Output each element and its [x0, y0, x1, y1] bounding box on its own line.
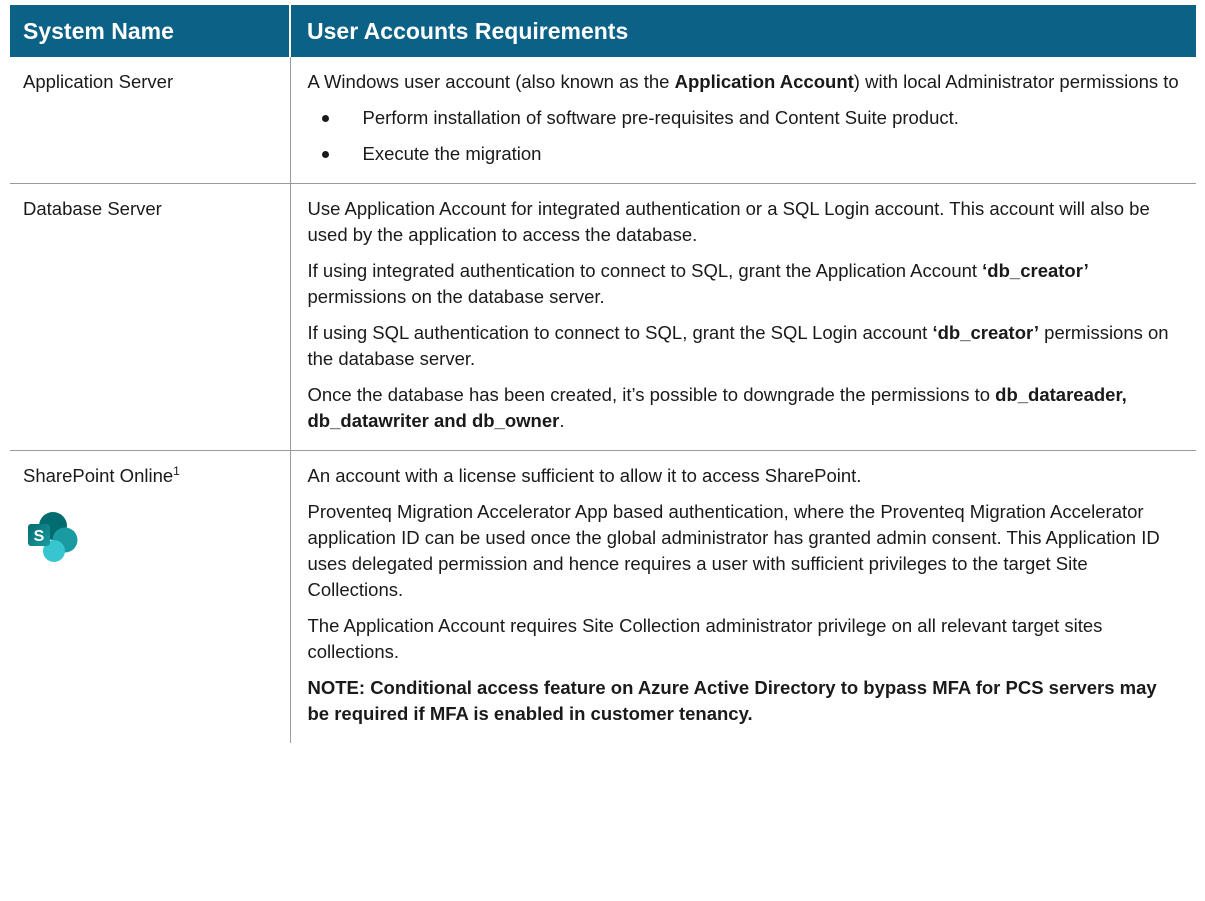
text-run: If using SQL authentication to connect t…	[307, 322, 933, 343]
text-run: ) with local Administrator permissions t…	[853, 71, 1179, 92]
system-name-text: SharePoint Online	[23, 465, 174, 486]
table-row-application-server: Application Server A Windows user accoun…	[10, 57, 1196, 184]
system-name-cell: Application Server	[10, 57, 290, 184]
bold-term: ‘db_creator’	[932, 322, 1040, 343]
sharepoint-logo-letter: S	[34, 528, 45, 545]
text-run: .	[559, 410, 565, 431]
table-row-sharepoint-online: SharePoint Online1 S An account with a l…	[10, 450, 1196, 744]
table-header-row: System Name User Accounts Requirements	[10, 5, 1196, 57]
requirement-paragraph: The Application Account requires Site Co…	[307, 615, 1103, 662]
footnote-marker: 1	[173, 463, 180, 478]
text-run: permissions on the database server.	[307, 286, 605, 307]
requirement-paragraph: If using SQL authentication to connect t…	[308, 320, 1183, 372]
text-run: Once the database has been created, it’s…	[307, 384, 996, 405]
system-name-cell: Database Server	[10, 183, 290, 451]
text-run: If using integrated authentication to co…	[307, 260, 983, 281]
requirements-cell: An account with a license sufficient to …	[289, 450, 1196, 743]
bullet-item: Perform installation of software pre-req…	[308, 105, 1183, 131]
note-paragraph: NOTE: Conditional access feature on Azur…	[307, 677, 1157, 724]
system-name-text: Database Server	[23, 198, 162, 219]
requirement-paragraph: An account with a license sufficient to …	[307, 465, 862, 486]
bullet-icon	[321, 115, 329, 122]
header-system-name: System Name	[10, 5, 290, 57]
table-row-database-server: Database Server Use Application Account …	[10, 183, 1196, 451]
requirements-cell: Use Application Account for integrated a…	[289, 183, 1196, 451]
bullet-text: Perform installation of software pre-req…	[362, 107, 959, 128]
requirement-paragraph: A Windows user account (also known as th…	[308, 69, 1183, 95]
requirement-paragraph: Use Application Account for integrated a…	[307, 198, 1150, 245]
requirements-cell: A Windows user account (also known as th…	[289, 57, 1196, 184]
bold-term: Application Account	[674, 71, 854, 92]
system-name-text: Application Server	[23, 71, 174, 92]
requirement-paragraph: Proventeq Migration Accelerator App base…	[307, 501, 1160, 600]
bullet-item: Execute the migration	[308, 141, 1183, 167]
user-accounts-table: System Name User Accounts Requirements A…	[10, 5, 1196, 743]
header-user-accounts-requirements: User Accounts Requirements	[289, 5, 1196, 57]
requirement-paragraph: If using integrated authentication to co…	[308, 258, 1183, 310]
bullet-icon	[321, 151, 329, 158]
bullet-list: Perform installation of software pre-req…	[308, 105, 1183, 167]
requirement-paragraph: Once the database has been created, it’s…	[308, 382, 1183, 434]
sharepoint-logo-icon: S	[23, 489, 274, 572]
text-run: A Windows user account (also known as th…	[307, 71, 675, 92]
bullet-text: Execute the migration	[362, 143, 542, 164]
bold-term: ‘db_creator’	[982, 260, 1089, 281]
system-name-cell: SharePoint Online1 S	[10, 451, 290, 744]
